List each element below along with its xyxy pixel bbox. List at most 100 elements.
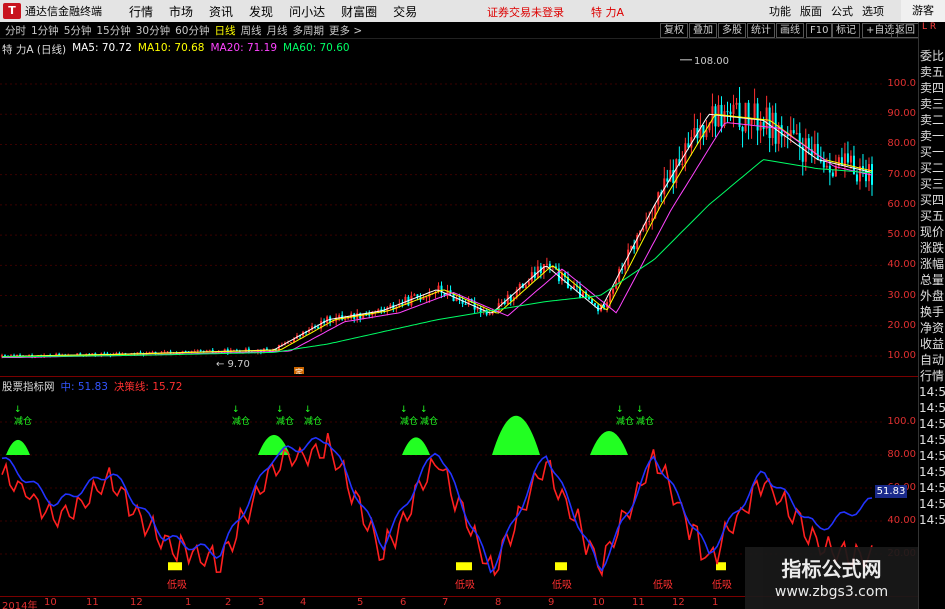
menu-layout[interactable]: 版面 xyxy=(800,3,822,19)
panel-item-4[interactable]: 卖二 xyxy=(919,112,945,128)
panel-item-0[interactable]: 委比 xyxy=(919,48,945,64)
candle-body xyxy=(338,315,341,318)
panel-item-11[interactable]: 现价 xyxy=(919,224,945,240)
panel-item-14[interactable]: 总量 xyxy=(919,272,945,288)
reduce-signal-arrow: ↓ xyxy=(616,405,624,415)
bottom-zone xyxy=(456,562,472,571)
buy-signal-label: 低吸 xyxy=(653,578,673,591)
f10-button[interactable]: F10 xyxy=(806,23,833,38)
watermark-url: www.zbgs3.com xyxy=(774,584,889,600)
buy-signal-label: 低吸 xyxy=(455,578,475,591)
panel-item-6[interactable]: 买一 xyxy=(919,144,945,160)
period-5min[interactable]: 5分钟 xyxy=(64,23,92,38)
top-zone xyxy=(590,431,628,455)
time-axis-label: 11 xyxy=(632,597,645,608)
candle-body xyxy=(368,314,371,316)
draw-line-button[interactable]: 画线 xyxy=(776,23,804,38)
candle-body xyxy=(753,103,756,119)
panel-item-19[interactable]: 自动 xyxy=(919,352,945,368)
time-axis-label: 7 xyxy=(442,597,449,608)
price-axis: 100.0 90.00 80.00 70.00 60.00 50.00 40.00 30.00… xyxy=(885,56,918,374)
panel-item-2[interactable]: 卖四 xyxy=(919,80,945,96)
panel-item-22[interactable]: 14:5 xyxy=(919,400,945,416)
panel-item-21[interactable]: 14:5 xyxy=(919,384,945,400)
menu-trade[interactable]: 交易 xyxy=(393,3,417,20)
time-axis-label: 12 xyxy=(672,597,685,608)
time-axis-label: 4 xyxy=(300,597,307,608)
candle-body xyxy=(16,354,19,356)
panel-toggle[interactable]: L R xyxy=(919,22,945,48)
candle-body xyxy=(569,288,572,290)
candle-body xyxy=(729,111,732,115)
statistics-button[interactable]: 统计 xyxy=(747,23,775,38)
reduce-signal-label: 减仓 xyxy=(400,415,418,427)
reduce-signal-arrow: ↓ xyxy=(232,405,240,415)
panel-item-29[interactable]: 14:5 xyxy=(919,512,945,528)
menu-discover[interactable]: 发现 xyxy=(249,3,273,20)
menu-wealth[interactable]: 财富圈 xyxy=(341,3,377,20)
login-notice[interactable]: 证券交易未登录 xyxy=(487,4,564,20)
back-button[interactable]: 返回 xyxy=(891,23,919,38)
time-axis-label: 1 xyxy=(185,597,192,608)
period-weekly[interactable]: 周线 xyxy=(241,23,262,38)
candle-body xyxy=(798,133,801,147)
panel-item-26[interactable]: 14:5 xyxy=(919,464,945,480)
panel-item-1[interactable]: 卖五 xyxy=(919,64,945,80)
panel-item-7[interactable]: 买二 xyxy=(919,160,945,176)
price-chart[interactable]: 108.00 ← 9.70 定 xyxy=(0,56,885,374)
menu-options[interactable]: 选项 xyxy=(862,3,884,19)
indicator-current-value: 51.83 xyxy=(875,485,907,498)
candle-body xyxy=(612,288,615,294)
period-multi[interactable]: 多周期 xyxy=(293,23,325,38)
menu-quotes[interactable]: 行情 xyxy=(129,3,153,20)
panel-item-12[interactable]: 涨跌 xyxy=(919,240,945,256)
guest-button[interactable]: 游客 xyxy=(901,0,945,22)
panel-item-27[interactable]: 14:5 xyxy=(919,480,945,496)
period-15min[interactable]: 15分钟 xyxy=(96,23,130,38)
panel-item-17[interactable]: 净资 xyxy=(919,320,945,336)
top-zone xyxy=(6,439,30,455)
panel-item-18[interactable]: 收益 xyxy=(919,336,945,352)
menu-formula[interactable]: 公式 xyxy=(831,3,853,19)
panel-item-3[interactable]: 卖三 xyxy=(919,96,945,112)
panel-item-23[interactable]: 14:5 xyxy=(919,416,945,432)
overlay-button[interactable]: 叠加 xyxy=(689,23,717,38)
menu-news[interactable]: 资讯 xyxy=(209,3,233,20)
period-more[interactable]: 更多 > xyxy=(329,23,362,38)
panel-item-5[interactable]: 卖一 xyxy=(919,128,945,144)
period-tick[interactable]: 分时 xyxy=(5,23,26,38)
indicator-name[interactable]: 股票指标网 xyxy=(2,379,55,393)
restore-rights-button[interactable]: 复权 xyxy=(660,23,688,38)
panel-item-25[interactable]: 14:5 xyxy=(919,448,945,464)
panel-item-28[interactable]: 14:5 xyxy=(919,496,945,512)
panel-item-13[interactable]: 涨幅 xyxy=(919,256,945,272)
period-daily[interactable]: 日线 xyxy=(215,23,236,38)
period-30min[interactable]: 30分钟 xyxy=(136,23,170,38)
multi-stock-button[interactable]: 多股 xyxy=(718,23,746,38)
reduce-signal-label: 减仓 xyxy=(14,415,32,427)
panel-item-16[interactable]: 换手 xyxy=(919,304,945,320)
low-price-label: ← 9.70 xyxy=(216,359,250,370)
menu-market[interactable]: 市场 xyxy=(169,3,193,20)
candle-body xyxy=(831,172,834,177)
high-price-label: 108.00 xyxy=(694,56,729,67)
panel-item-8[interactable]: 买三 xyxy=(919,176,945,192)
mark-button[interactable]: 标记 xyxy=(832,23,860,38)
candle-body xyxy=(488,313,491,315)
period-monthly[interactable]: 月线 xyxy=(267,23,288,38)
period-60min[interactable]: 60分钟 xyxy=(175,23,209,38)
indicator-header: 股票指标网 中: 51.83 决策线: 15.72 xyxy=(2,379,182,393)
candle-body xyxy=(151,351,154,353)
panel-item-24[interactable]: 14:5 xyxy=(919,432,945,448)
menu-ask[interactable]: 问小达 xyxy=(289,3,325,20)
period-1min[interactable]: 1分钟 xyxy=(31,23,59,38)
panel-item-15[interactable]: 外盘 xyxy=(919,288,945,304)
candle-body xyxy=(822,161,825,168)
menu-function[interactable]: 功能 xyxy=(769,3,791,19)
panel-item-20[interactable]: 行情 xyxy=(919,368,945,384)
panel-item-9[interactable]: 买四 xyxy=(919,192,945,208)
candle-body xyxy=(768,107,771,139)
reduce-signal-arrow: ↓ xyxy=(636,405,644,415)
ma60-value: MA60: 70.60 xyxy=(283,42,350,54)
panel-item-10[interactable]: 买五 xyxy=(919,208,945,224)
